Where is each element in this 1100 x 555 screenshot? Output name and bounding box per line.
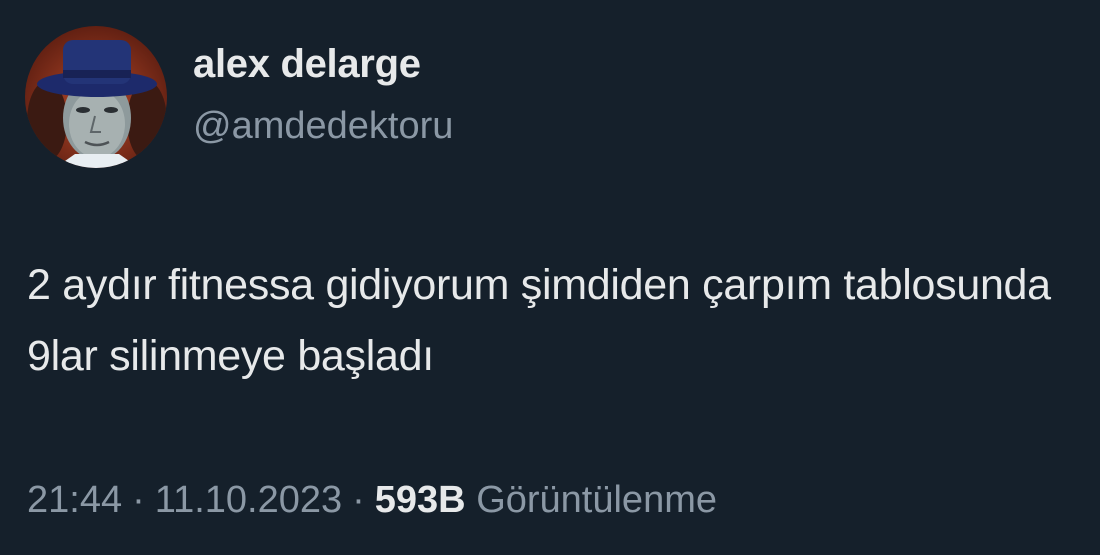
avatar-image <box>25 26 167 168</box>
tweet-time[interactable]: 21:44 <box>27 479 122 521</box>
tweet-meta: 21:44 · 11.10.2023 · 593B Görüntülenme <box>27 479 717 522</box>
tweet-text: 2 aydır fitnessa gidiyorum şimdiden çarp… <box>27 261 1051 380</box>
views-label: Görüntülenme <box>476 479 717 521</box>
tweet-date[interactable]: 11.10.2023 <box>155 479 342 521</box>
meta-separator: · <box>132 479 145 521</box>
avatar[interactable] <box>25 26 167 168</box>
views-count: 593B <box>374 479 466 521</box>
author-handle[interactable]: @amdedektoru <box>193 105 453 148</box>
meta-separator: · <box>352 479 365 521</box>
tweet-card: alex delarge @amdedektoru 2 aydır fitnes… <box>0 0 1100 555</box>
author-display-name[interactable]: alex delarge <box>193 42 421 86</box>
